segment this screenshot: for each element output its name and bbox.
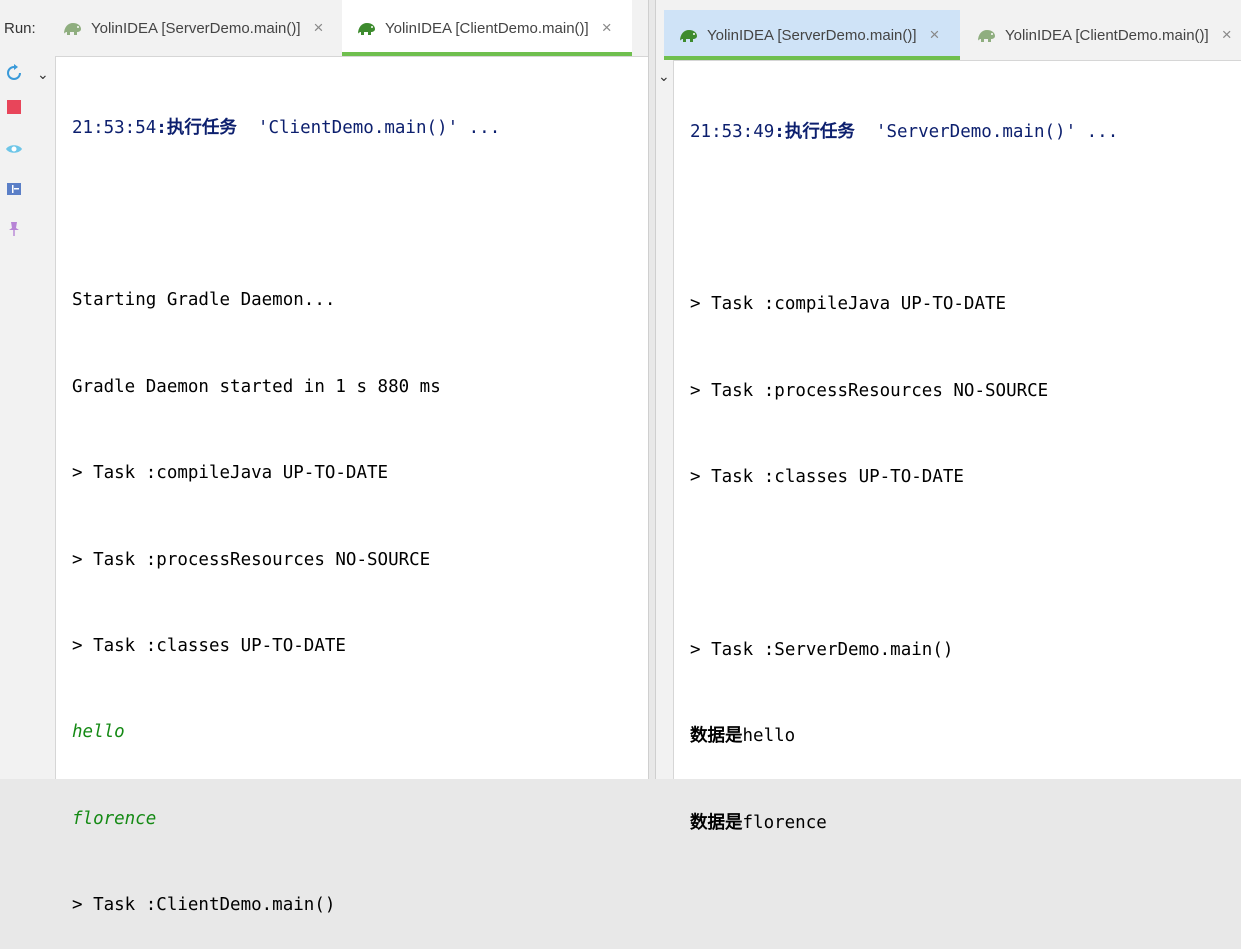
console-line: > Task :compileJava UP-TO-DATE bbox=[690, 294, 1007, 315]
console-line: > Task :ClientDemo.main() bbox=[72, 895, 336, 916]
gradle-elephant-icon bbox=[978, 30, 995, 42]
console-line: Gradle Daemon started in 1 s 880 ms bbox=[72, 376, 441, 397]
gradle-elephant-icon bbox=[64, 23, 81, 35]
tab-label: YolinIDEA [ServerDemo.main()] bbox=[91, 19, 301, 37]
data-value: florence bbox=[742, 812, 827, 833]
rerun-icon[interactable] bbox=[5, 64, 23, 82]
data-prefix: 数据是 bbox=[690, 812, 743, 833]
gradle-elephant-icon bbox=[680, 30, 697, 42]
program-output: florence bbox=[72, 808, 157, 829]
console-header-line: 21:53:49:执行任务 'ServerDemo.main()' ... bbox=[690, 118, 1118, 147]
chevron-down-icon[interactable]: ⌄ bbox=[37, 66, 49, 83]
run-tab-bar: YolinIDEA [ServerDemo.main()] × YolinIDE… bbox=[656, 0, 1241, 61]
chevron-down-icon[interactable]: ⌄ bbox=[658, 68, 670, 85]
pin-icon[interactable] bbox=[5, 220, 23, 238]
program-output: 数据是florence bbox=[690, 809, 1118, 838]
tab-server-demo[interactable]: YolinIDEA [ServerDemo.main()] × bbox=[60, 0, 340, 56]
tab-server-demo[interactable]: YolinIDEA [ServerDemo.main()] × bbox=[664, 10, 960, 60]
layout-icon[interactable] bbox=[5, 180, 23, 198]
tab-client-demo[interactable]: YolinIDEA [ClientDemo.main()] × bbox=[342, 0, 632, 56]
client-console-output: 21:53:54:执行任务 'ClientDemo.main()' ... St… bbox=[72, 56, 500, 949]
separator: : bbox=[156, 117, 167, 138]
data-prefix: 数据是 bbox=[690, 726, 743, 747]
tab-client-demo[interactable]: YolinIDEA [ClientDemo.main()] × bbox=[974, 10, 1241, 60]
run-tab-bar: Run: YolinIDEA [ServerDemo.main()] × Yol… bbox=[0, 0, 648, 57]
timestamp: 21:53:54 bbox=[72, 117, 157, 138]
console-line: > Task :ServerDemo.main() bbox=[690, 639, 954, 660]
server-console-output: 21:53:49:执行任务 'ServerDemo.main()' ... > … bbox=[690, 60, 1118, 866]
console-line: Starting Gradle Daemon... bbox=[72, 290, 336, 311]
tab-label: YolinIDEA [ClientDemo.main()] bbox=[385, 19, 589, 37]
run-toolbar: ⌄ bbox=[0, 56, 56, 779]
data-value: hello bbox=[742, 726, 796, 747]
console-line: > Task :compileJava UP-TO-DATE bbox=[72, 463, 389, 484]
program-output: hello bbox=[72, 722, 125, 743]
close-icon[interactable]: × bbox=[1222, 25, 1232, 45]
task-action: 执行任务 bbox=[166, 117, 237, 138]
close-icon[interactable]: × bbox=[602, 18, 612, 38]
run-toolbar: ⌄ bbox=[656, 60, 674, 779]
task-target: 'ServerDemo.main()' ... bbox=[875, 121, 1119, 142]
tab-label: YolinIDEA [ServerDemo.main()] bbox=[707, 26, 917, 44]
task-action: 执行任务 bbox=[784, 121, 855, 142]
close-icon[interactable]: × bbox=[930, 25, 940, 45]
timestamp: 21:53:49 bbox=[690, 121, 775, 142]
console-line: > Task :classes UP-TO-DATE bbox=[72, 635, 346, 656]
gradle-elephant-icon bbox=[358, 23, 375, 35]
run-label: Run: bbox=[4, 20, 36, 37]
close-icon[interactable]: × bbox=[314, 18, 324, 38]
console-line: > Task :processResources NO-SOURCE bbox=[72, 549, 431, 570]
console-line: > Task :processResources NO-SOURCE bbox=[690, 380, 1049, 401]
console-line: > Task :classes UP-TO-DATE bbox=[690, 467, 964, 488]
eye-icon[interactable] bbox=[5, 140, 23, 158]
separator: : bbox=[774, 121, 785, 142]
console-header-line: 21:53:54:执行任务 'ClientDemo.main()' ... bbox=[72, 114, 500, 143]
program-output: 数据是hello bbox=[690, 722, 1118, 751]
stop-icon[interactable] bbox=[5, 98, 23, 116]
tab-label: YolinIDEA [ClientDemo.main()] bbox=[1005, 26, 1209, 44]
task-target: 'ClientDemo.main()' ... bbox=[257, 117, 501, 138]
